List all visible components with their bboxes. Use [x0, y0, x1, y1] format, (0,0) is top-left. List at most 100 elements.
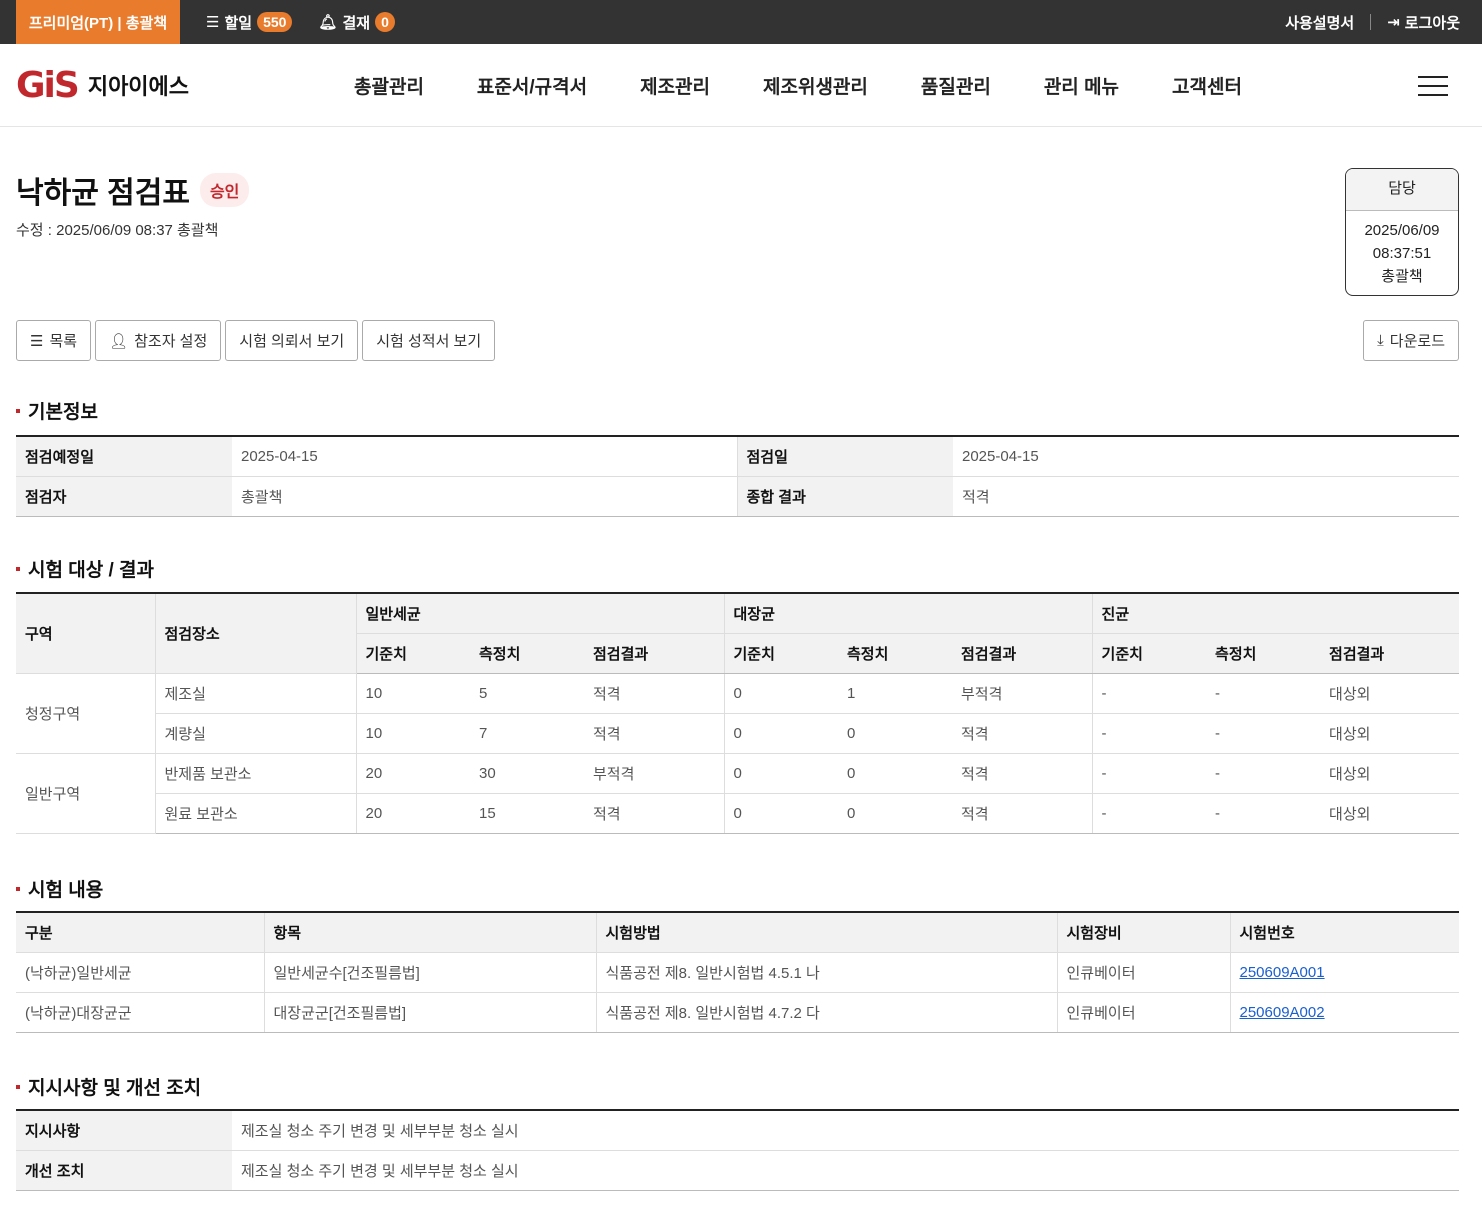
cell: 0 — [723, 753, 838, 794]
view-report-button[interactable]: 시험 성적서 보기 — [362, 320, 496, 361]
test-number-link[interactable]: 250609A001 — [1240, 964, 1325, 981]
header: 구분 — [16, 912, 264, 953]
cell: (낙하균)대장균군 — [16, 992, 264, 1033]
todo-label: 할일 — [224, 14, 253, 32]
cell: 250609A002 — [1229, 992, 1459, 1033]
cell: 부적격 — [952, 673, 1093, 714]
download-icon: ⤓ — [1377, 332, 1384, 349]
section-title: 시험 내용 — [16, 875, 103, 902]
cell: 원료 보관소 — [154, 793, 356, 834]
manual-link[interactable]: 사용설명서 — [1285, 12, 1354, 33]
value: 적격 — [953, 476, 1459, 517]
cell: 반제품 보관소 — [154, 753, 356, 794]
approver-name: 총괄책 — [1381, 268, 1423, 285]
cell: 1 — [838, 673, 952, 714]
label: 종합 결과 — [736, 476, 953, 517]
test-content-table: 구분 항목 시험방법 시험장비 시험번호 (낙하균)일반세균 일반세균수[건조필름법] 식품공… — [16, 911, 1459, 1033]
download-button[interactable]: ⤓ 다운로드 — [1363, 320, 1459, 361]
list-icon: ☰ — [206, 14, 220, 31]
top-bar: 프리미엄(PT) | 총괄책 ☰ 할일 550 🔔︎ 결재 0 사용설명서 ⇥ 로그아웃 — [0, 0, 1482, 44]
cell: (낙하균)일반세균 — [16, 952, 264, 993]
cell: 적격 — [952, 793, 1093, 834]
area-cell: 일반구역 — [16, 753, 155, 834]
nav-item[interactable]: 총괄관리 — [354, 72, 424, 99]
hamburger-menu-icon[interactable] — [1418, 76, 1448, 96]
nav-item[interactable]: 제조관리 — [640, 72, 710, 99]
cell: 제조실 — [154, 673, 356, 714]
label: 개선 조치 — [16, 1150, 232, 1191]
todo-button[interactable]: ☰ 할일 550 — [206, 12, 293, 33]
cell: 15 — [470, 793, 584, 834]
sub-header: 기준치 — [355, 633, 470, 674]
label: 점검일 — [736, 436, 953, 477]
sub-header: 기준치 — [723, 633, 838, 674]
participants-button[interactable]: 👤︎ 참조자 설정 — [95, 320, 222, 361]
list-button[interactable]: ☰ 목록 — [16, 320, 92, 361]
cell: 0 — [838, 753, 952, 794]
view-request-button[interactable]: 시험 의뢰서 보기 — [225, 320, 359, 361]
logout-icon: ⇥ — [1387, 14, 1400, 31]
group-header: 진균 — [1091, 593, 1459, 634]
logo-mark: GiS — [16, 64, 80, 106]
cell: 0 — [723, 793, 838, 834]
cell: 5 — [470, 673, 584, 714]
cell: - — [1091, 713, 1207, 754]
logo-text: 지아이에스 — [87, 74, 190, 99]
test-results-table: 구역 점검장소 일반세균 대장균 진균 기준치 측정치 점검결과 기준치 측정치 점검결과 기준치… — [16, 592, 1459, 834]
cell: 대상외 — [1320, 673, 1459, 714]
section-title: 시험 대상 / 결과 — [16, 555, 154, 582]
cell: 적격 — [584, 793, 724, 834]
cell: 대상외 — [1320, 753, 1459, 794]
group-header: 대장균 — [723, 593, 1093, 634]
modified-info: 수정 : 2025/06/09 08:37 총괄책 — [16, 222, 219, 239]
cell: - — [1091, 673, 1207, 714]
sub-header: 측정치 — [470, 633, 584, 674]
nav-item[interactable]: 고객센터 — [1172, 72, 1242, 99]
cell: 10 — [355, 673, 470, 714]
approval-button[interactable]: 🔔︎ 결재 0 — [318, 12, 395, 33]
participants-label: 참조자 설정 — [134, 333, 208, 350]
label: 지시사항 — [16, 1110, 232, 1151]
label: 점검예정일 — [16, 436, 232, 477]
section-title: 기본정보 — [16, 397, 98, 424]
group-header: 일반세균 — [355, 593, 724, 634]
nav-item[interactable]: 표준서/규격서 — [477, 72, 587, 99]
cell: - — [1206, 713, 1321, 754]
cell: 부적격 — [584, 753, 724, 794]
test-number-link[interactable]: 250609A002 — [1240, 1004, 1325, 1021]
nav-item[interactable]: 관리 메뉴 — [1044, 72, 1119, 99]
plan-label[interactable]: 프리미엄(PT) | 총괄책 — [16, 0, 180, 44]
cell: 적격 — [952, 713, 1093, 754]
area-cell: 청정구역 — [16, 673, 155, 754]
main-header: GiS 지아이에스 총괄관리 표준서/규격서 제조관리 제조위생관리 품질관리 관… — [0, 44, 1482, 127]
cell: 0 — [838, 713, 952, 754]
value: 2025-04-15 — [232, 436, 737, 477]
header: 시험번호 — [1229, 912, 1459, 953]
logo[interactable]: GiS 지아이에스 — [16, 65, 189, 106]
approval-count: 0 — [375, 12, 395, 32]
sub-header: 점검결과 — [952, 633, 1093, 674]
nav-item[interactable]: 제조위생관리 — [763, 72, 868, 99]
todo-count: 550 — [257, 12, 293, 32]
status-badge: 승인 — [199, 173, 250, 207]
table-row: 일반구역 반제품 보관소 20 30 부적격 0 0 적격 - - 대상외 — [16, 753, 1459, 834]
sub-header: 측정치 — [1206, 633, 1321, 674]
cell: 20 — [355, 793, 470, 834]
logout-link[interactable]: 로그아웃 — [1405, 12, 1460, 33]
header: 점검장소 — [154, 593, 356, 674]
header: 구역 — [16, 593, 155, 674]
sub-header: 점검결과 — [1320, 633, 1459, 674]
table-row: (낙하균)일반세균 일반세균수[건조필름법] 식품공전 제8. 일반시험법 4.5.… — [16, 952, 1459, 993]
nav-item[interactable]: 품질관리 — [921, 72, 991, 99]
cell: 인큐베이터 — [1056, 992, 1230, 1033]
label: 점검자 — [16, 476, 232, 517]
cell: 대장균군[건조필름법] — [263, 992, 596, 1033]
cell: 10 — [355, 713, 470, 754]
value: 총괄책 — [232, 476, 737, 517]
cell: 0 — [723, 713, 838, 754]
approver-time: 08:37:51 — [1372, 245, 1432, 262]
instruction-value: 제조실 청소 주기 변경 및 세부부분 청소 실시 — [232, 1110, 1459, 1151]
user-add-icon: 👤︎ — [109, 332, 129, 350]
improvement-value: 제조실 청소 주기 변경 및 세부부분 청소 실시 — [232, 1150, 1459, 1191]
table-row: 청정구역 제조실 10 5 적격 0 1 부적격 - - 대상외 — [16, 673, 1459, 754]
